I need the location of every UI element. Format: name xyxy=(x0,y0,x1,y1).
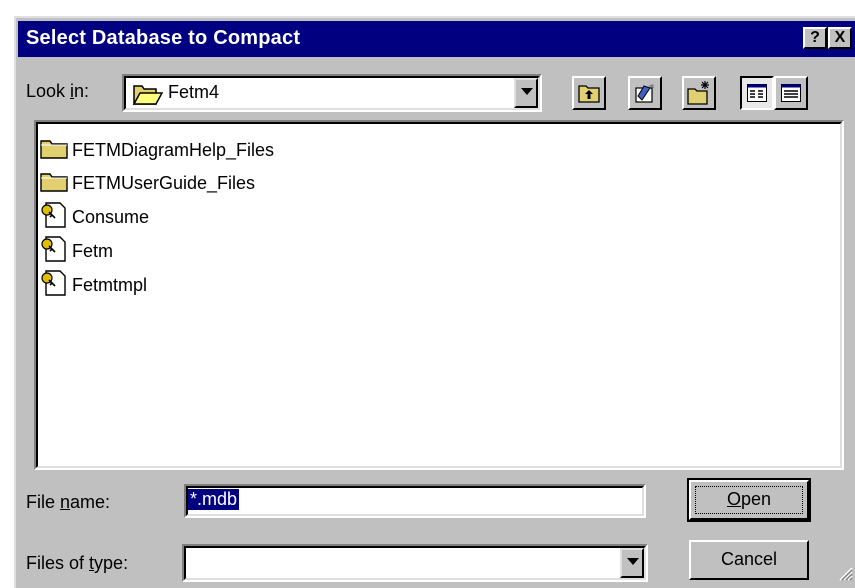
list-item-name: FETMDiagramHelp_Files xyxy=(72,139,275,160)
list-item-name: Fetmtmpl xyxy=(72,274,148,295)
list-view-button[interactable] xyxy=(740,76,774,110)
files-of-type-dropdown-arrow[interactable] xyxy=(620,548,644,578)
open-folder-icon xyxy=(132,82,164,111)
create-new-folder-button[interactable] xyxy=(682,76,716,110)
up-one-level-button[interactable] xyxy=(572,76,606,110)
database-file-icon xyxy=(40,201,68,234)
database-file-icon xyxy=(40,269,68,302)
cancel-button[interactable]: Cancel xyxy=(689,540,809,580)
list-item-name: Consume xyxy=(72,206,150,227)
close-button[interactable]: X xyxy=(828,27,852,49)
help-button[interactable]: ? xyxy=(803,27,827,49)
list-item[interactable]: FETMDiagramHelp_Files xyxy=(40,135,274,165)
list-item-name: FETMUserGuide_Files xyxy=(72,172,256,193)
folder-icon xyxy=(40,170,68,197)
file-name-label: File name: xyxy=(26,492,111,512)
look-in-dropdown[interactable]: Fetm4 xyxy=(122,74,542,112)
list-item[interactable]: Fetmtmpl xyxy=(40,269,148,302)
file-name-input[interactable]: *.mdb xyxy=(184,484,646,518)
details-view-icon xyxy=(781,84,801,107)
file-list[interactable]: FETMDiagramHelp_Files FETMUserGuide_File… xyxy=(34,120,844,470)
resize-grip-icon[interactable] xyxy=(837,565,853,586)
new-folder-icon xyxy=(686,80,712,111)
list-item[interactable]: Consume xyxy=(40,201,150,234)
files-of-type-dropdown[interactable] xyxy=(182,544,648,582)
select-database-dialog: Select Database to Compact ? X Look in: … xyxy=(14,16,855,588)
files-of-type-label: Files of type: xyxy=(26,553,129,573)
window-title: Select Database to Compact xyxy=(26,27,301,49)
look-in-dropdown-arrow[interactable] xyxy=(514,78,538,108)
look-in-label: Look in: xyxy=(26,81,90,101)
open-button[interactable]: Open xyxy=(687,478,811,522)
folder-icon xyxy=(40,137,68,164)
list-item-name: Fetm xyxy=(72,240,114,261)
globe-check-icon xyxy=(634,82,656,109)
list-item[interactable]: Fetm xyxy=(40,235,114,268)
details-view-button[interactable] xyxy=(774,76,808,110)
search-web-button[interactable] xyxy=(628,76,662,110)
title-bar[interactable]: Select Database to Compact ? X xyxy=(18,21,855,57)
file-name-value: *.mdb xyxy=(188,489,240,510)
up-folder-icon xyxy=(578,82,600,109)
list-item[interactable]: FETMUserGuide_Files xyxy=(40,168,255,198)
look-in-value: Fetm4 xyxy=(168,82,220,102)
database-file-icon xyxy=(40,235,68,268)
list-view-icon xyxy=(747,84,767,107)
